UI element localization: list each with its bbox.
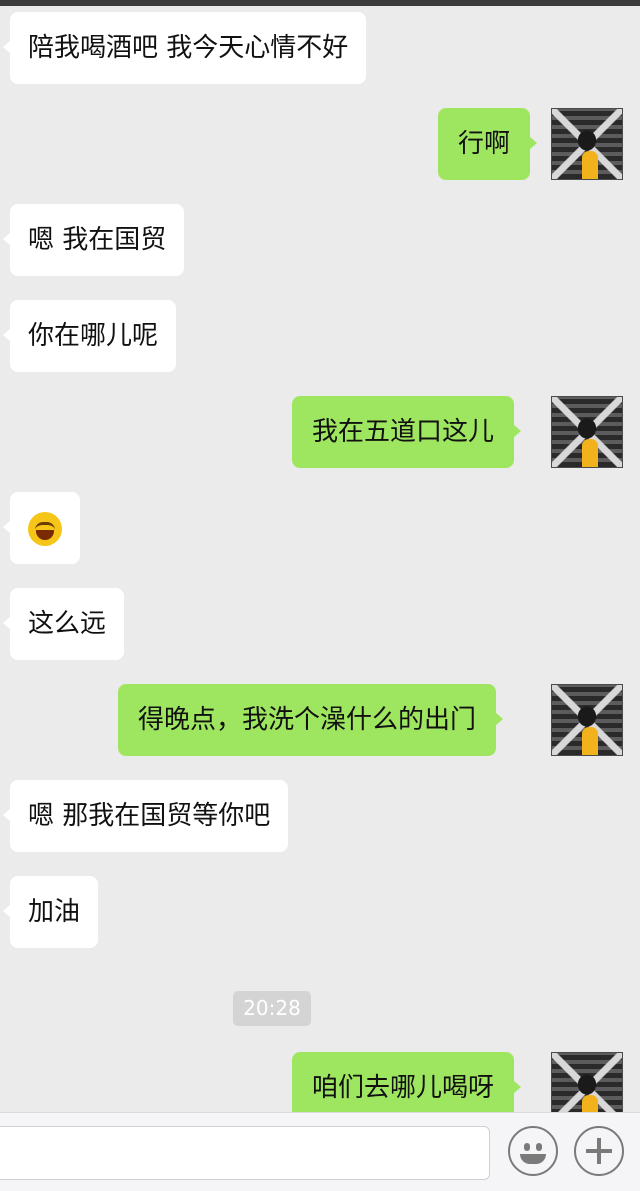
smiley-mouth xyxy=(520,1154,546,1164)
avatar-figure xyxy=(582,151,598,179)
message-bubble-outgoing: 得晚点，我洗个澡什么的出门 xyxy=(118,684,504,756)
plus-vertical xyxy=(597,1138,601,1164)
message-bubble-incoming: 加油 xyxy=(2,876,99,948)
message-bubble-outgoing: 行啊 xyxy=(438,108,538,180)
message-bubble-incoming-emoji xyxy=(3,492,80,564)
smiley-icon[interactable] xyxy=(508,1126,558,1176)
avatar-figure xyxy=(582,439,598,467)
avatar-figure xyxy=(582,727,598,755)
status-bar-strip xyxy=(0,0,640,6)
smiley-eye-left xyxy=(524,1143,530,1151)
message-bubble-incoming: 嗯 我在国贸 xyxy=(2,204,185,276)
message-bubble-incoming: 嗯 那我在国贸等你吧 xyxy=(2,780,289,852)
avatar[interactable] xyxy=(551,108,623,180)
chat-timestamp: 20:28 xyxy=(233,991,311,1026)
avatar[interactable] xyxy=(551,396,623,468)
message-bubble-incoming: 陪我喝酒吧 我今天心情不好 xyxy=(2,12,367,84)
smiley-eye-right xyxy=(536,1143,542,1151)
message-bubble-outgoing: 我在五道口这儿 xyxy=(292,396,522,468)
message-bubble-incoming: 你在哪儿呢 xyxy=(2,300,177,372)
tears-of-joy-emoji xyxy=(28,511,62,546)
avatar[interactable] xyxy=(551,684,623,756)
message-bubble-incoming: 这么远 xyxy=(2,588,125,660)
message-input-bar xyxy=(0,1112,640,1191)
plus-icon[interactable] xyxy=(574,1126,624,1176)
message-input[interactable] xyxy=(0,1126,490,1180)
